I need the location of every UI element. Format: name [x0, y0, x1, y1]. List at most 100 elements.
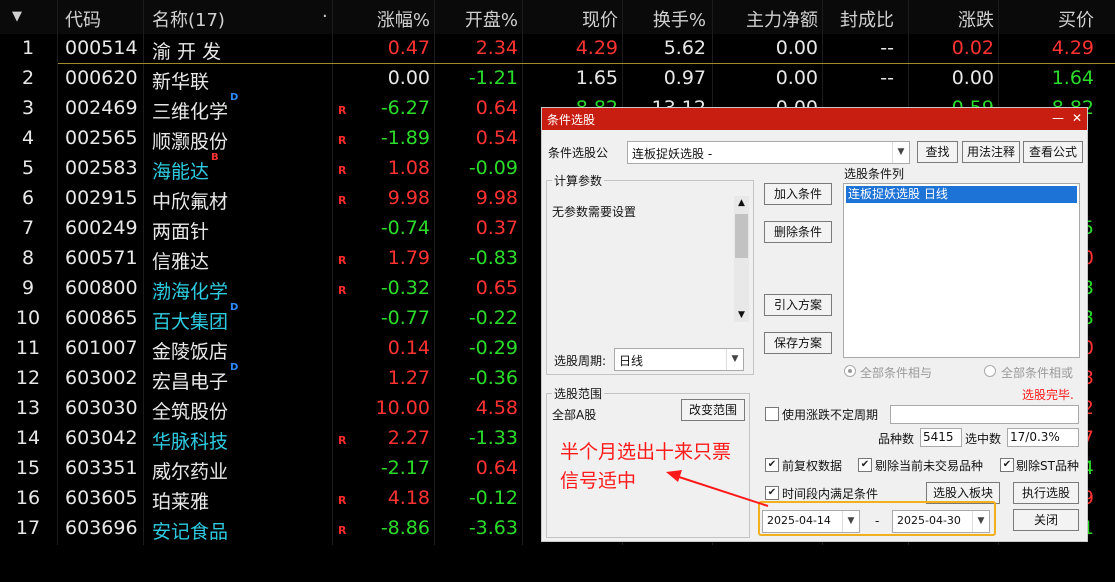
stock-name: 中欣氟材	[152, 191, 229, 213]
exclude-untraded-label: 剔除当前未交易品种	[875, 459, 984, 473]
row-index: 14	[15, 427, 41, 449]
annotation-line-2: 信号适中	[560, 470, 637, 492]
change-percent: 2.27	[387, 427, 430, 449]
formula-label: 条件选股公	[548, 146, 609, 160]
row-index: 11	[15, 337, 41, 359]
stock-name: 全筑股份	[152, 401, 229, 423]
params-scrollbar[interactable]: ▲ ▼	[734, 196, 749, 322]
header-turnover[interactable]: 换手%	[620, 6, 706, 32]
formula-value: 连板捉妖选股 -	[632, 147, 713, 161]
header-name[interactable]: 名称(17)	[152, 6, 225, 32]
dialog-title-bar[interactable]: 条件选股 — ✕	[542, 108, 1087, 130]
import-plan-button[interactable]: 引入方案	[764, 294, 832, 316]
change-percent: 0.00	[387, 67, 430, 89]
row-index: 6	[21, 187, 35, 209]
change-percent: -0.74	[380, 217, 430, 239]
condition-item[interactable]: 连板捉妖选股 日线	[846, 186, 1077, 203]
params-group-label: 计算参数	[552, 172, 605, 189]
header-bid[interactable]: 买价	[1000, 6, 1094, 32]
exclude-st-label: 剔除ST品种	[1016, 459, 1079, 473]
or-label: 全部条件相或	[1001, 366, 1074, 380]
total-value: 5415	[923, 430, 954, 444]
period-value: 日线	[619, 354, 644, 368]
open-percent: -0.29	[468, 337, 518, 359]
exclude-st-checkbox[interactable]: ✔	[1000, 458, 1014, 472]
add-condition-button[interactable]: 加入条件	[764, 183, 832, 205]
formula-select[interactable]: 连板捉妖选股 - ▼	[627, 141, 910, 164]
open-percent: 0.64	[475, 457, 518, 479]
uncertain-period-label: 使用涨跌不定周期	[782, 408, 879, 422]
uncertain-period-input[interactable]	[890, 405, 1079, 424]
chevron-down-icon[interactable]: ▼	[726, 349, 743, 370]
execute-button[interactable]: 执行选股	[1013, 482, 1079, 504]
uncertain-period-checkbox[interactable]	[765, 407, 779, 421]
header-diff[interactable]: 涨跌	[900, 6, 994, 32]
selected-label: 选中数	[965, 432, 1002, 446]
period-label: 选股周期:	[554, 354, 607, 368]
find-button[interactable]: 查找	[917, 141, 958, 163]
header-change[interactable]: 涨幅%	[330, 6, 430, 32]
delete-condition-button[interactable]: 删除条件	[764, 221, 832, 243]
open-percent: -0.12	[468, 487, 518, 509]
selected-row-underline	[58, 63, 1115, 64]
table-row[interactable]: 2 000620 新华联 0.00 -1.21 1.65 0.97 0.00 -- 0.00 1.6…	[0, 64, 1115, 94]
annotation-arrow	[666, 470, 769, 507]
minimize-icon[interactable]: —	[1050, 111, 1066, 125]
stock-code: 601007	[65, 337, 138, 359]
period-select[interactable]: 日线 ▼	[614, 348, 744, 371]
open-percent: 0.37	[475, 217, 518, 239]
change-range-button[interactable]: 改变范围	[681, 399, 745, 421]
selected-value: 17/0.3%	[1010, 430, 1060, 444]
bid-price: 1.64	[1051, 67, 1094, 89]
total-field: 5415	[920, 428, 962, 447]
change-percent: 0.47	[387, 37, 430, 59]
change-percent: 1.27	[387, 367, 430, 389]
chevron-down-icon[interactable]: ▼	[892, 142, 909, 163]
stock-name: 三维化学	[152, 101, 229, 123]
exclude-untraded-checkbox[interactable]: ✔	[858, 458, 872, 472]
stock-code: 002915	[65, 187, 138, 209]
row-index: 16	[15, 487, 41, 509]
row-index: 17	[15, 517, 41, 539]
and-radio[interactable]	[844, 365, 856, 377]
stock-name: 海能达	[152, 161, 210, 183]
open-percent: 2.34	[475, 37, 518, 59]
close-icon[interactable]: ✕	[1069, 111, 1085, 125]
scroll-thumb[interactable]	[735, 214, 748, 258]
stock-name: 金陵饭店	[152, 341, 229, 363]
close-button[interactable]: 关闭	[1013, 509, 1079, 531]
header-code[interactable]: 代码	[65, 6, 101, 32]
header-seal-ratio[interactable]: 封成比	[820, 6, 894, 32]
row-index: 3	[21, 97, 35, 119]
stock-code: 600249	[65, 217, 138, 239]
change-percent: 10.00	[375, 397, 430, 419]
save-plan-button[interactable]: 保存方案	[764, 332, 832, 354]
change-percent: -6.27	[380, 97, 430, 119]
header-open[interactable]: 开盘%	[430, 6, 518, 32]
row-index: 2	[21, 67, 35, 89]
current-price: 4.29	[575, 37, 618, 59]
stock-name: 新华联	[152, 71, 210, 93]
open-percent: -3.63	[468, 517, 518, 539]
stock-name: 威尔药业	[152, 461, 229, 483]
grid-header: ▼ 代码 名称(17) · 涨幅% 开盘% 现价 换手% 主力净额 封成比 涨跌…	[0, 0, 1115, 34]
sort-toggle[interactable]: ▼	[12, 9, 22, 24]
scroll-up-icon[interactable]: ▲	[734, 198, 749, 208]
header-price[interactable]: 现价	[530, 6, 618, 32]
open-percent: -1.21	[468, 67, 518, 89]
scroll-down-icon[interactable]: ▼	[734, 310, 749, 320]
date-range-highlight-box	[758, 501, 996, 536]
or-radio[interactable]	[984, 365, 996, 377]
table-row[interactable]: 1 000514 渝 开 发 0.47 2.34 4.29 5.62 0.00 -- 0.02 4.…	[0, 34, 1115, 64]
conditions-list[interactable]: 连板捉妖选股 日线	[843, 183, 1080, 358]
bid-price: 4.29	[1051, 37, 1094, 59]
pre-adjust-label: 前复权数据	[782, 459, 843, 473]
usage-notes-button[interactable]: 用法注释	[962, 141, 1020, 163]
stock-code: 600865	[65, 307, 138, 329]
dialog-title: 条件选股	[547, 113, 596, 127]
header-net-flow[interactable]: 主力净额	[710, 6, 818, 32]
view-formula-button[interactable]: 查看公式	[1023, 141, 1083, 163]
net-main-flow: 0.00	[775, 37, 818, 59]
stock-code: 603030	[65, 397, 138, 419]
stock-flag-badge: D	[230, 92, 239, 103]
